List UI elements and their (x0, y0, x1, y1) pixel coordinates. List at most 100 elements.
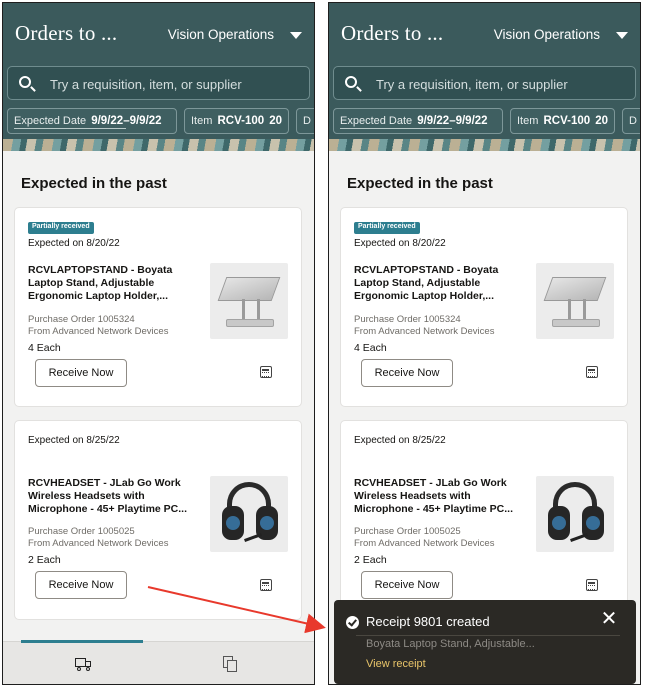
supplier: From Advanced Network Devices (354, 538, 495, 549)
item-name: RCVHEADSET - JLab Go Work Wireless Heads… (28, 477, 188, 515)
filter-label: D (629, 115, 637, 127)
calculator-icon[interactable] (260, 579, 272, 591)
headset-cup-shape (222, 506, 244, 540)
order-card[interactable]: Partially received Expected on 8/20/22 R… (340, 207, 628, 407)
toast-divider (356, 635, 620, 636)
header-decorative-band (3, 139, 314, 151)
search-field[interactable]: Try a requisition, item, or supplier (333, 66, 636, 100)
quantity: 4 Each (354, 342, 387, 354)
product-image-headset (536, 476, 614, 552)
item-name: RCVLAPTOPSTAND - Boyata Laptop Stand, Ad… (28, 264, 173, 302)
truck-wheel (77, 667, 81, 671)
organization-selector[interactable]: Vision Operations (494, 27, 600, 42)
product-image-headset (210, 476, 288, 552)
truck-wheel (86, 667, 90, 671)
purchase-order: Purchase Order 1005025 (354, 526, 461, 537)
filter-chip-item[interactable]: Item RCV-100 20 (184, 108, 289, 134)
stand-base-shape (552, 319, 600, 327)
product-image-laptop-stand (210, 263, 288, 339)
expected-date: Expected on 8/20/22 (28, 238, 120, 249)
stand-leg-shape (568, 299, 586, 321)
supplier: From Advanced Network Devices (354, 326, 495, 337)
toast-subtitle: Boyata Laptop Stand, Adjustable... (366, 638, 535, 650)
quantity: 4 Each (28, 342, 61, 354)
calculator-icon[interactable] (586, 579, 598, 591)
search-placeholder: Try a requisition, item, or supplier (50, 77, 242, 92)
order-card[interactable]: Expected on 8/25/22 RCVHEADSET - JLab Go… (340, 420, 628, 620)
filter-extra: 20 (595, 115, 608, 127)
section-title: Expected in the past (347, 175, 493, 192)
filter-chips: Expected Date 9/9/22–9/9/22 Item RCV-100… (7, 108, 314, 136)
status-badge: Partially received (28, 222, 94, 234)
documents-icon[interactable] (223, 656, 239, 672)
header-decorative-band (329, 139, 640, 151)
stand-leg-shape (242, 299, 260, 321)
item-name: RCVHEADSET - JLab Go Work Wireless Heads… (354, 477, 514, 515)
filter-value: RCV-100 (543, 115, 591, 127)
check-circle-icon (346, 616, 359, 629)
filter-chip-item[interactable]: Item RCV-100 20 (510, 108, 615, 134)
expected-date: Expected on 8/25/22 (28, 435, 120, 446)
chevron-down-icon[interactable] (616, 32, 628, 39)
view-receipt-link[interactable]: View receipt (366, 658, 426, 670)
receive-now-button[interactable]: Receive Now (35, 571, 127, 599)
calculator-icon[interactable] (586, 366, 598, 378)
truck-icon[interactable] (75, 656, 93, 672)
expected-date: Expected on 8/25/22 (354, 435, 446, 446)
section-title: Expected in the past (21, 175, 167, 192)
supplier: From Advanced Network Devices (28, 538, 169, 549)
status-badge: Partially received (354, 222, 420, 234)
filter-value: 9/9/22–9/9/22 (417, 115, 488, 127)
order-card[interactable]: Partially received Expected on 8/20/22 R… (14, 207, 302, 407)
app-header: Orders to ... Vision Operations Try a re… (329, 3, 640, 151)
quantity: 2 Each (28, 554, 61, 566)
filter-chip-expected-date[interactable]: Expected Date 9/9/22–9/9/22 (7, 108, 177, 134)
calculator-icon[interactable] (260, 366, 272, 378)
search-field[interactable]: Try a requisition, item, or supplier (7, 66, 310, 100)
receive-now-button[interactable]: Receive Now (361, 359, 453, 387)
active-tab-indicator (21, 640, 143, 643)
success-toast: Receipt 9801 created ✕ Boyata Laptop Sta… (334, 600, 636, 684)
filter-chips: Expected Date 9/9/22–9/9/22 Item RCV-100… (333, 108, 640, 136)
headset-cup-shape (548, 506, 570, 540)
filter-chip-expected-date[interactable]: Expected Date 9/9/22–9/9/22 (333, 108, 503, 134)
filter-label: D (303, 115, 311, 127)
search-icon (19, 76, 31, 88)
stand-platform-shape (543, 277, 607, 301)
search-placeholder: Try a requisition, item, or supplier (376, 77, 568, 92)
filter-value: RCV-100 (217, 115, 265, 127)
purchase-order: Purchase Order 1005324 (28, 314, 135, 325)
receive-now-button[interactable]: Receive Now (361, 571, 453, 599)
filter-extra: 20 (269, 115, 282, 127)
phone-screen-after: Orders to ... Vision Operations Try a re… (328, 2, 641, 685)
app-header: Orders to ... Vision Operations Try a re… (3, 3, 314, 151)
supplier: From Advanced Network Devices (28, 326, 169, 337)
chevron-down-icon[interactable] (290, 32, 302, 39)
search-icon (345, 76, 357, 88)
filter-label: Expected Date (340, 115, 413, 127)
purchase-order: Purchase Order 1005025 (28, 526, 135, 537)
stand-platform-shape (217, 277, 281, 301)
receive-now-button[interactable]: Receive Now (35, 359, 127, 387)
filter-label: Item (191, 115, 213, 127)
stand-base-shape (226, 319, 274, 327)
phone-screen-before: Orders to ... Vision Operations Try a re… (2, 2, 315, 685)
close-icon[interactable]: ✕ (599, 609, 619, 630)
screenshot-stage: Orders to ... Vision Operations Try a re… (0, 0, 646, 690)
orders-list: Expected in the past Partially received … (3, 151, 314, 684)
purchase-order: Purchase Order 1005324 (354, 314, 461, 325)
bottom-tab-bar (3, 640, 314, 684)
filter-chip-more[interactable]: D (296, 108, 314, 134)
product-image-laptop-stand (536, 263, 614, 339)
document-front (227, 660, 237, 672)
expected-date: Expected on 8/20/22 (354, 238, 446, 249)
item-name: RCVLAPTOPSTAND - Boyata Laptop Stand, Ad… (354, 264, 499, 302)
page-title: Orders to ... (341, 21, 444, 45)
toast-title: Receipt 9801 created (366, 614, 490, 629)
page-title: Orders to ... (15, 21, 118, 45)
quantity: 2 Each (354, 554, 387, 566)
filter-label: Expected Date (14, 115, 87, 127)
order-card[interactable]: Expected on 8/25/22 RCVHEADSET - JLab Go… (14, 420, 302, 620)
filter-chip-more[interactable]: D (622, 108, 640, 134)
organization-selector[interactable]: Vision Operations (168, 27, 274, 42)
